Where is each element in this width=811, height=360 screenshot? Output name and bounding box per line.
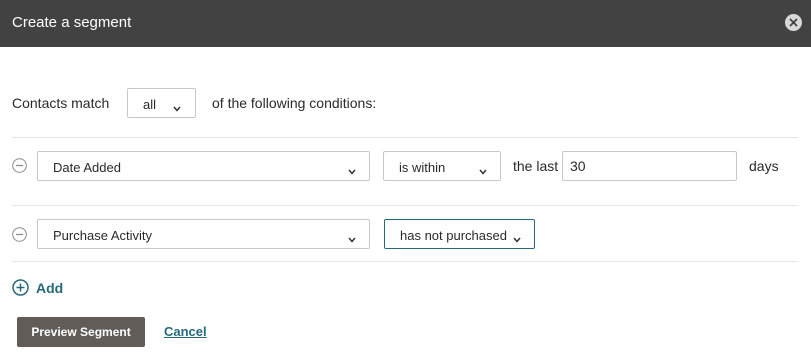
- condition-field-value: Date Added: [53, 160, 121, 175]
- condition-field-select[interactable]: Purchase Activity: [37, 219, 370, 249]
- condition-field-select[interactable]: Date Added: [37, 151, 370, 181]
- condition-operator-value: is within: [399, 160, 446, 175]
- remove-condition-icon[interactable]: [12, 227, 27, 242]
- condition-operator-value: has not purchased: [400, 228, 507, 243]
- chevron-down-icon: [348, 163, 356, 178]
- chevron-down-icon: [348, 231, 356, 246]
- dialog-title: Create a segment: [12, 14, 132, 31]
- add-condition-label: Add: [36, 280, 64, 296]
- remove-condition-icon[interactable]: [12, 158, 27, 173]
- divider: [12, 261, 798, 262]
- condition-field-value: Purchase Activity: [53, 228, 152, 243]
- condition-value-input[interactable]: [562, 151, 737, 181]
- match-suffix: of the following conditions:: [212, 95, 377, 111]
- close-icon[interactable]: [785, 14, 802, 31]
- chevron-down-icon: [173, 100, 181, 115]
- match-label: Contacts match: [12, 95, 110, 111]
- condition-value-prefix: the last: [513, 158, 559, 174]
- chevron-down-icon: [513, 231, 521, 246]
- dialog-header: Create a segment: [0, 0, 811, 47]
- divider: [12, 205, 798, 206]
- plus-circle-icon: [12, 279, 29, 296]
- condition-operator-select[interactable]: is within: [383, 151, 501, 181]
- preview-segment-button[interactable]: Preview Segment: [17, 317, 145, 347]
- divider: [12, 137, 798, 138]
- match-select[interactable]: all: [127, 88, 196, 118]
- cancel-link[interactable]: Cancel: [164, 324, 207, 339]
- chevron-down-icon: [479, 163, 487, 178]
- match-select-value: all: [143, 97, 157, 112]
- condition-operator-select[interactable]: has not purchased: [384, 219, 535, 249]
- condition-value-unit: days: [749, 158, 779, 174]
